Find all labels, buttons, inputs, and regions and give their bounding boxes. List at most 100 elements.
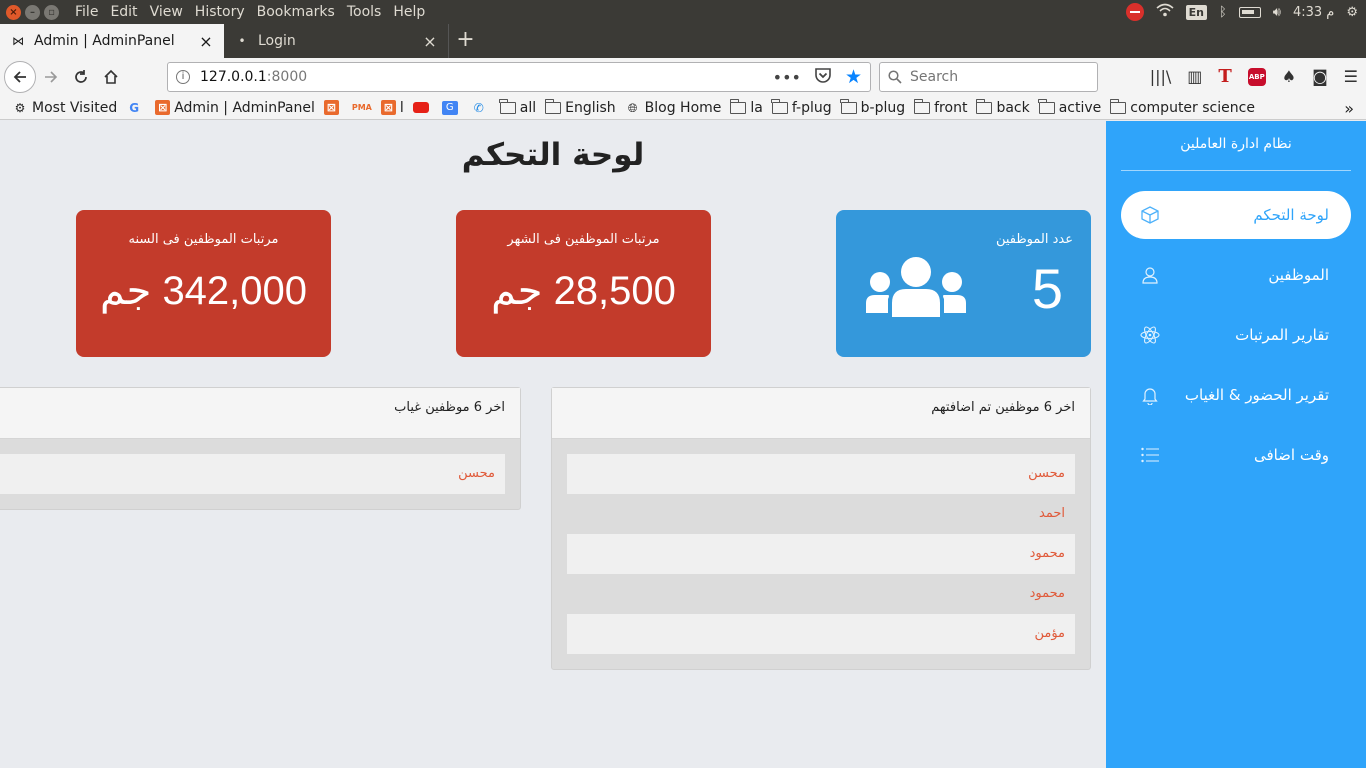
chevron-more-icon[interactable]: »	[1344, 99, 1354, 118]
tab-close-icon[interactable]: ×	[198, 32, 214, 51]
list-item[interactable]: محسن	[567, 454, 1075, 494]
menu-file[interactable]: File	[69, 4, 104, 20]
bookmark-l[interactable]: ⊠ l	[380, 100, 404, 116]
cube-icon	[1139, 204, 1161, 226]
yearly-salaries-card[interactable]: مرتبات الموظفين فى السنه 342,000 جم	[76, 210, 331, 357]
xampp-icon: ⊠	[380, 100, 396, 115]
bookmark-folder-computer-science[interactable]: computer science	[1109, 98, 1255, 116]
tab-title: Admin | AdminPanel	[34, 33, 175, 49]
tab-title: Login	[258, 33, 296, 49]
panel-title: اخر 6 موظفين غياب	[0, 388, 520, 439]
extension-icon[interactable]: ♠	[1282, 67, 1296, 86]
bookmark-google[interactable]: G	[126, 101, 146, 115]
folder-icon	[1038, 98, 1055, 114]
bookmark-most-visited[interactable]: ⚙ Most Visited	[12, 100, 118, 116]
window-minimize-button[interactable]: –	[25, 4, 40, 20]
sidebar-item-overtime[interactable]: وقت اضافى	[1121, 431, 1351, 479]
list-item[interactable]: احمد	[567, 494, 1075, 534]
recent-added-list: محسن احمد محمود محمود مؤمن	[552, 439, 1090, 654]
toolbar-right: |||\ ▥ T ABP ♠ ◙ ☰	[1150, 66, 1358, 87]
sidebar-item-label: لوحة التحكم	[1253, 206, 1329, 224]
bookmark-folder-front[interactable]: front	[913, 98, 967, 116]
back-button[interactable]	[4, 61, 36, 93]
sync-icon[interactable]: ◙	[1312, 67, 1328, 86]
gear-icon: ⚙	[14, 100, 26, 115]
bookmark-folder-all[interactable]: all	[499, 98, 536, 116]
bookmark-folder-back[interactable]: back	[975, 98, 1030, 116]
reload-button[interactable]	[66, 62, 96, 92]
sidebar-item-dashboard[interactable]: لوحة التحكم	[1121, 191, 1351, 239]
bookmark-youtube[interactable]	[412, 102, 433, 113]
bookmark-folder-la[interactable]: la	[729, 98, 763, 116]
bookmark-translate[interactable]: G	[441, 100, 462, 115]
list-item[interactable]: محسن	[0, 454, 505, 494]
search-input[interactable]	[910, 69, 1080, 85]
menu-history[interactable]: History	[189, 4, 251, 20]
site-info-icon[interactable]: i	[176, 70, 190, 84]
window-maximize-button[interactable]: ▫	[44, 4, 59, 20]
wifi-icon[interactable]	[1156, 3, 1174, 21]
tab-close-icon[interactable]: ×	[422, 32, 438, 51]
os-top-bar: × – ▫ File Edit View History Bookmarks T…	[0, 0, 1366, 24]
tab-admin[interactable]: ⋈ Admin | AdminPanel ×	[0, 24, 224, 58]
volume-icon[interactable]: 🔊︎	[1273, 5, 1281, 20]
bookmarks-toolbar: ⚙ Most Visited G ⊠ Admin | AdminPanel ⊠ PM…	[0, 96, 1366, 120]
bookmark-admin[interactable]: ⊠ Admin | AdminPanel	[155, 100, 315, 116]
menu-tools[interactable]: Tools	[341, 4, 388, 20]
sidebar-item-employees[interactable]: الموظفين	[1121, 251, 1351, 299]
folder-icon	[975, 98, 993, 114]
bookmark-folder-english[interactable]: English	[544, 98, 616, 116]
pocket-icon[interactable]	[815, 67, 831, 87]
menu-view[interactable]: View	[144, 4, 189, 20]
sidebar: نظام ادارة العاملين لوحة التحكم الموظفين…	[1106, 121, 1366, 768]
tab-strip: ⋈ Admin | AdminPanel × • Login × +	[0, 24, 1366, 58]
sidebar-toggle-icon[interactable]: ▥	[1187, 67, 1202, 86]
bookmark-phone[interactable]: ✆	[471, 101, 491, 115]
recent-added-panel: اخر 6 موظفين تم اضافتهم محسن احمد محمود …	[551, 387, 1091, 670]
search-bar[interactable]	[879, 62, 1098, 92]
url-bar[interactable]: i 127.0.0.1:8000 ••• ★	[167, 62, 871, 92]
menu-edit[interactable]: Edit	[104, 4, 143, 20]
back-arrow-icon	[13, 71, 26, 83]
bookmark-xampp[interactable]: ⊠	[323, 100, 343, 115]
list-item[interactable]: محمود	[567, 574, 1075, 614]
list-item[interactable]: مؤمن	[567, 614, 1075, 654]
google-icon: G	[129, 100, 140, 115]
folder-icon	[771, 98, 788, 114]
menu-bookmarks[interactable]: Bookmarks	[251, 4, 341, 20]
library-icon[interactable]: |||\	[1150, 67, 1172, 86]
new-tab-button[interactable]: +	[448, 24, 482, 58]
page-actions-icon[interactable]: •••	[773, 68, 801, 87]
bookmark-folder-b-plug[interactable]: b-plug	[840, 98, 905, 116]
forward-button[interactable]	[36, 62, 66, 92]
employees-count-card[interactable]: عدد الموظفين 5	[836, 210, 1091, 357]
menu-help[interactable]: Help	[387, 4, 431, 20]
sidebar-item-label: الموظفين	[1268, 266, 1329, 284]
youtube-icon	[412, 102, 429, 113]
keyboard-layout-indicator[interactable]: En	[1185, 4, 1207, 20]
card-label: مرتبات الموظفين فى السنه	[128, 232, 279, 247]
monthly-salaries-card[interactable]: مرتبات الموظفين فى الشهر 28,500 جم	[456, 210, 711, 357]
sidebar-item-salary-reports[interactable]: تقارير المرتبات	[1121, 311, 1351, 359]
no-entry-icon[interactable]	[1125, 3, 1144, 21]
bookmark-star-icon[interactable]: ★	[845, 66, 862, 88]
list-icon	[1139, 444, 1161, 466]
tab-login[interactable]: • Login ×	[224, 24, 448, 58]
bookmark-folder-active[interactable]: active	[1038, 98, 1101, 116]
bookmark-pma[interactable]: PMA	[352, 101, 372, 115]
sidebar-item-attendance-report[interactable]: تقرير الحضور & الغياب	[1121, 371, 1351, 419]
battery-icon[interactable]	[1238, 6, 1261, 18]
settings-gear-icon[interactable]: ⚙	[1346, 5, 1358, 20]
adblock-plus-icon[interactable]: ABP	[1247, 67, 1266, 86]
home-button[interactable]	[96, 62, 126, 92]
hamburger-menu-icon[interactable]: ☰	[1344, 67, 1358, 86]
bookmark-folder-f-plug[interactable]: f-plug	[771, 98, 832, 116]
list-item[interactable]: محمود	[567, 534, 1075, 574]
clock[interactable]: 4:33 م	[1293, 5, 1334, 20]
sidebar-brand[interactable]: نظام ادارة العاملين	[1121, 121, 1351, 171]
t-extension-icon[interactable]: T	[1218, 66, 1231, 87]
bluetooth-icon[interactable]: ᛒ	[1219, 5, 1227, 20]
window-close-button[interactable]: ×	[6, 4, 21, 20]
card-label: مرتبات الموظفين فى الشهر	[507, 232, 660, 247]
bookmark-blog-home[interactable]: 🌐︎ Blog Home	[625, 100, 722, 116]
